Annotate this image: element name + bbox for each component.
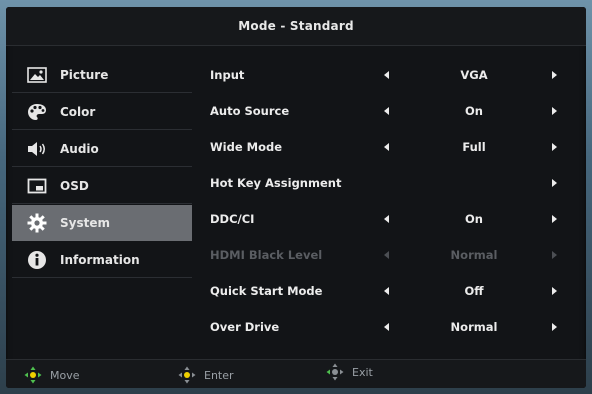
hint-move: Move [24, 366, 80, 384]
setting-value: On [465, 104, 483, 118]
arrow-left-icon[interactable] [384, 323, 389, 331]
category-sidebar: Picture Color Audio OSD System Informati… [12, 57, 192, 357]
picture-icon [26, 66, 48, 84]
arrow-left-icon[interactable] [384, 287, 389, 295]
sidebar-item-picture[interactable]: Picture [12, 57, 192, 93]
sidebar-item-label: Picture [60, 67, 109, 82]
setting-input[interactable]: Input VGA [196, 57, 576, 93]
sidebar-item-label: Color [60, 104, 96, 119]
hint-label: Enter [204, 368, 234, 382]
arrow-right-icon[interactable] [552, 215, 557, 223]
hint-label: Move [50, 368, 80, 382]
palette-icon [26, 103, 48, 121]
setting-auto-source[interactable]: Auto Source On [196, 93, 576, 129]
setting-value: Full [462, 140, 486, 154]
setting-value: VGA [460, 68, 488, 82]
osd-menu: Mode - Standard Picture Color Audio OSD … [6, 7, 586, 388]
setting-ddc-ci[interactable]: DDC/CI On [196, 201, 576, 237]
arrow-right-icon[interactable] [552, 143, 557, 151]
sidebar-item-information[interactable]: Information [12, 242, 192, 278]
arrow-right-icon[interactable] [552, 107, 557, 115]
sidebar-item-color[interactable]: Color [12, 94, 192, 130]
setting-hdmi-black-level: HDMI Black Level Normal [196, 237, 576, 273]
setting-value: Normal [450, 248, 498, 262]
monitor-bezel: Mode - Standard Picture Color Audio OSD … [0, 0, 592, 394]
sidebar-item-label: Information [60, 252, 140, 267]
speaker-icon [26, 140, 48, 158]
sidebar-item-label: OSD [60, 178, 89, 193]
osd-icon [26, 177, 48, 195]
osd-title: Mode - Standard [6, 7, 586, 46]
arrow-left-icon[interactable] [384, 143, 389, 151]
arrow-left-icon[interactable] [384, 71, 389, 79]
hint-exit: Exit [326, 363, 373, 381]
button-hints-bar: Move Enter Exit [6, 359, 586, 388]
arrow-left-icon [384, 251, 389, 259]
sidebar-item-osd[interactable]: OSD [12, 168, 192, 204]
sidebar-item-label: Audio [60, 141, 99, 156]
setting-over-drive[interactable]: Over Drive Normal [196, 309, 576, 345]
dpad-enter-icon [178, 366, 196, 384]
arrow-right-icon[interactable] [552, 179, 557, 187]
settings-list: Input VGA Auto Source On Wide Mode Full … [196, 57, 576, 357]
setting-label: Input [210, 68, 245, 82]
setting-label: Wide Mode [210, 140, 283, 154]
info-icon [26, 250, 48, 269]
setting-label: Over Drive [210, 320, 280, 334]
arrow-right-icon[interactable] [552, 323, 557, 331]
sidebar-item-label: System [60, 215, 110, 230]
arrow-left-icon[interactable] [384, 107, 389, 115]
setting-label: Auto Source [210, 104, 290, 118]
hint-label: Exit [352, 365, 373, 379]
hint-enter: Enter [178, 366, 234, 384]
arrow-right-icon [552, 251, 557, 259]
gear-icon [26, 213, 48, 232]
setting-value: Off [464, 284, 484, 298]
setting-label: Quick Start Mode [210, 284, 323, 298]
sidebar-item-system[interactable]: System [12, 205, 192, 241]
sidebar-item-audio[interactable]: Audio [12, 131, 192, 167]
setting-value: Normal [450, 320, 498, 334]
dpad-move-icon [24, 366, 42, 384]
arrow-left-icon[interactable] [384, 215, 389, 223]
setting-value: On [465, 212, 483, 226]
arrow-right-icon[interactable] [552, 71, 557, 79]
setting-wide-mode[interactable]: Wide Mode Full [196, 129, 576, 165]
setting-label: HDMI Black Level [210, 248, 323, 262]
setting-label: DDC/CI [210, 212, 255, 226]
dpad-exit-icon [326, 363, 344, 381]
setting-label: Hot Key Assignment [210, 176, 342, 190]
setting-hot-key-assignment[interactable]: Hot Key Assignment [196, 165, 576, 201]
arrow-right-icon[interactable] [552, 287, 557, 295]
setting-quick-start-mode[interactable]: Quick Start Mode Off [196, 273, 576, 309]
